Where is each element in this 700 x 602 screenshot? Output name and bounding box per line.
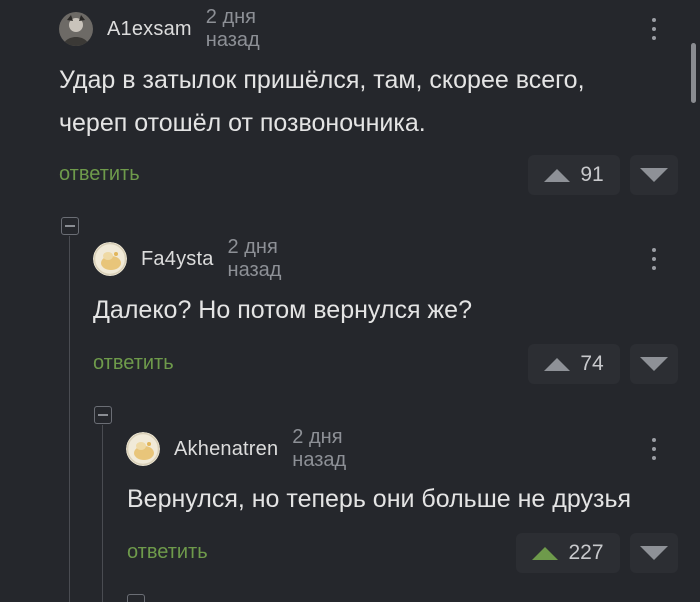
thread-line <box>69 236 70 602</box>
vote-count: 227 <box>568 541 604 564</box>
arrow-down-icon <box>640 168 668 182</box>
arrow-up-icon <box>532 546 559 560</box>
more-options-icon[interactable] <box>644 12 664 46</box>
upvote-button[interactable]: 74 <box>528 344 620 384</box>
timestamp: 2 дня назад <box>205 6 260 51</box>
thread-line <box>102 425 103 602</box>
avatar[interactable] <box>59 12 93 46</box>
comment-text: Вернулся, но теперь они больше не друзья <box>127 485 632 513</box>
username[interactable]: Akhenatren <box>174 438 278 461</box>
scrollbar[interactable] <box>691 43 696 103</box>
vote-count: 91 <box>580 163 604 186</box>
downvote-button[interactable] <box>630 344 678 384</box>
collapse-thread-button[interactable] <box>94 406 112 424</box>
vote-count: 74 <box>580 352 604 375</box>
arrow-up-icon <box>544 168 571 182</box>
username[interactable]: Fa4ysta <box>141 248 214 271</box>
reply-button[interactable]: ответить <box>93 352 174 375</box>
arrow-up-icon <box>544 357 571 371</box>
upvote-button[interactable]: 91 <box>528 155 620 195</box>
arrow-down-icon <box>640 357 668 371</box>
downvote-button[interactable] <box>630 533 678 573</box>
upvote-button[interactable]: 227 <box>516 533 620 573</box>
timestamp: 2 дня назад <box>292 426 347 471</box>
collapse-thread-button[interactable] <box>61 217 79 235</box>
more-options-icon[interactable] <box>644 432 664 466</box>
comment-text: Далеко? Но потом вернулся же? <box>93 296 472 324</box>
comment-text: Удар в затылок пришёлся, там, скорее все… <box>59 66 585 137</box>
avatar[interactable] <box>93 242 127 276</box>
more-options-icon[interactable] <box>644 242 664 276</box>
arrow-down-icon <box>640 546 668 560</box>
avatar[interactable] <box>126 432 160 466</box>
timestamp: 2 дня назад <box>227 236 282 281</box>
collapse-thread-button[interactable] <box>127 594 145 602</box>
reply-button[interactable]: ответить <box>127 541 208 564</box>
downvote-button[interactable] <box>630 155 678 195</box>
reply-button[interactable]: ответить <box>59 163 140 186</box>
username[interactable]: A1exsam <box>107 18 192 41</box>
comments-screen: A1exsam 2 дня назад Удар в затылок пришё… <box>0 0 700 602</box>
